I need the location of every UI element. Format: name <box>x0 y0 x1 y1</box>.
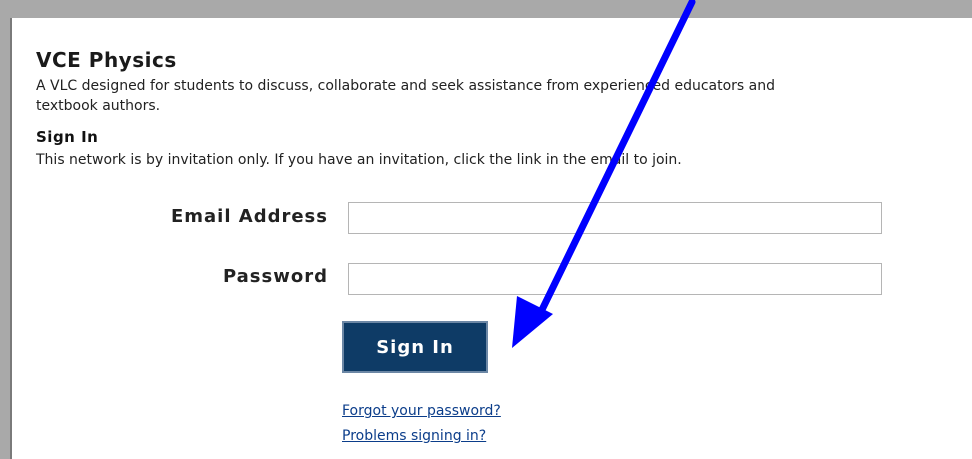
signin-heading: Sign In <box>36 128 99 146</box>
password-field[interactable] <box>348 263 882 295</box>
sign-in-button[interactable]: Sign In <box>342 321 488 373</box>
page-description: A VLC designed for students to discuss, … <box>36 78 776 114</box>
problems-signing-in-link[interactable]: Problems signing in? <box>342 428 486 444</box>
email-label: Email Address <box>170 206 328 227</box>
page-title: VCE Physics <box>36 48 177 72</box>
invitation-notice: This network is by invitation only. If y… <box>36 152 682 168</box>
email-field[interactable] <box>348 202 882 234</box>
login-panel: VCE Physics A VLC designed for students … <box>10 18 972 459</box>
password-label: Password <box>222 266 328 287</box>
forgot-password-link[interactable]: Forgot your password? <box>342 403 501 419</box>
login-content: VCE Physics A VLC designed for students … <box>36 48 936 168</box>
